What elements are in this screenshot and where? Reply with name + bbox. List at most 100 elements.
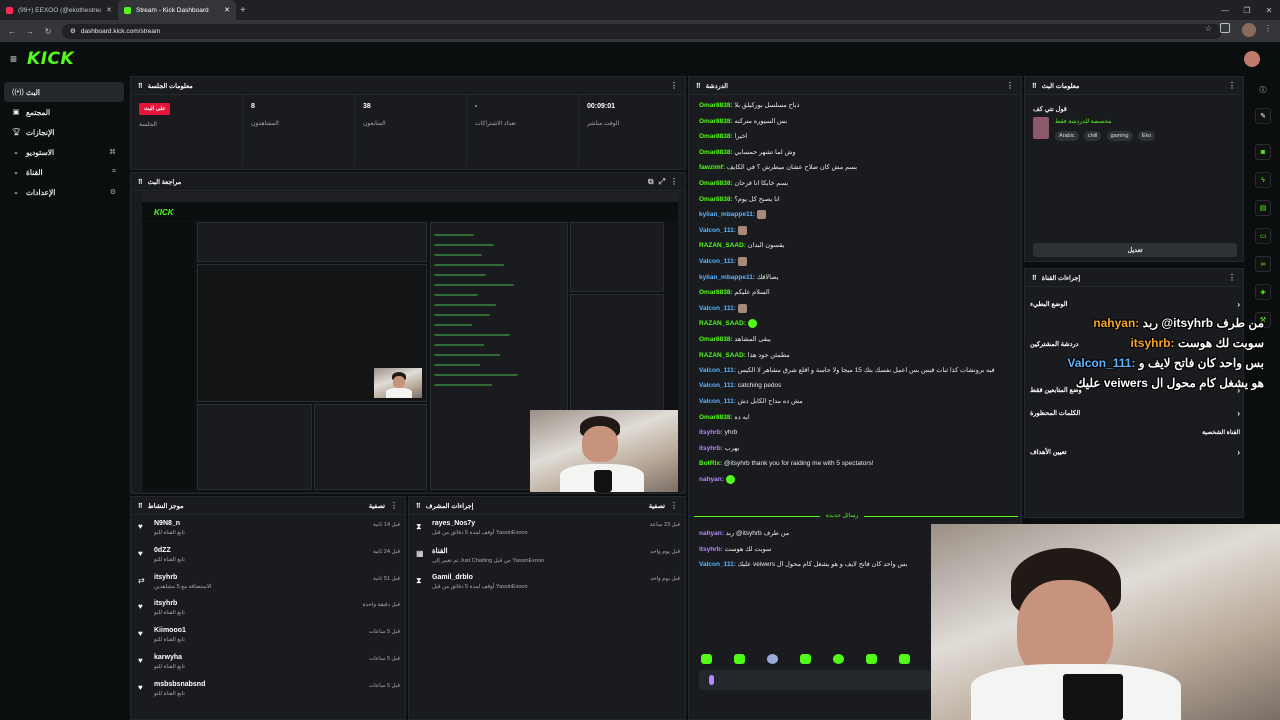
drag-handle-icon[interactable]: ⠿ <box>138 82 143 90</box>
reload-icon[interactable]: ↻ <box>42 27 54 36</box>
browser-tab-tiktok[interactable]: (99+) EEXOO (@ekothestream… ✕ <box>0 0 118 20</box>
mod-action-row[interactable]: ⧗ Gamil_drblo أوقف لمدة 5 دقائق من قبل Yas… <box>416 574 680 600</box>
chat-username[interactable]: kylian_mbappe11: <box>699 274 755 281</box>
new-tab-button[interactable]: + <box>240 5 246 16</box>
chat-username[interactable]: Valcon_111: <box>699 561 736 568</box>
emote-icon[interactable] <box>734 654 745 664</box>
filter-button[interactable]: تصفية <box>649 502 665 510</box>
close-tab-icon[interactable]: ✕ <box>106 6 112 14</box>
url-field[interactable]: ⚙ dashboard.kick.com/stream <box>62 23 1222 39</box>
mod-action-row[interactable]: ⧗ rayes_Nos7y أوقف لمدة 5 دقائق من قبل Yas… <box>416 520 680 546</box>
edit-stream-button[interactable]: تعديل <box>1033 243 1237 257</box>
emote-icon[interactable] <box>701 654 712 664</box>
drag-handle-icon[interactable]: ⠿ <box>138 178 143 186</box>
sidebar-item-studio[interactable]: ⌄ الاستوديو ⌘ <box>4 142 124 162</box>
chat-username[interactable]: Valcon_111: <box>699 398 736 405</box>
stream-preview-video[interactable]: KICK <box>142 192 678 492</box>
chat-username[interactable]: Omar8838: <box>699 133 733 140</box>
chat-username[interactable]: kylian_mbappe11: <box>699 211 755 218</box>
chat-username[interactable]: Valcon_111: <box>699 258 736 265</box>
shield-icon[interactable]: ◈ <box>1255 284 1271 300</box>
more-icon[interactable]: ⋮ <box>390 501 398 510</box>
chat-username[interactable]: Omar8838: <box>699 180 733 187</box>
feed-row[interactable]: ⇄ itsyhrb الاستضافة مع 5 مشاهدين قبل 51 ثان… <box>138 574 400 600</box>
sidebar-item-settings[interactable]: ⌄ الإعدادات ⚙ <box>4 182 124 202</box>
more-icon[interactable]: ⋮ <box>1228 273 1236 282</box>
drag-handle-icon[interactable]: ⠿ <box>138 502 143 510</box>
filter-button[interactable]: تصفية <box>369 502 385 510</box>
menu-icon[interactable]: ≡ <box>10 52 17 66</box>
drag-handle-icon[interactable]: ⠿ <box>416 502 421 510</box>
chat-bubble-icon[interactable]: ▭ <box>1255 228 1271 244</box>
action-set-goals[interactable]: تعيين الأهداف › <box>1030 442 1240 462</box>
chat-username[interactable]: RAZAN_SAAD: <box>699 352 746 359</box>
close-tab-icon[interactable]: ✕ <box>224 6 230 14</box>
chat-username[interactable]: Omar8838: <box>699 149 733 156</box>
more-icon[interactable]: ⋮ <box>1228 81 1236 90</box>
chat-username[interactable]: Valcon_111: <box>699 227 736 234</box>
info-icon[interactable]: ⓘ <box>1255 82 1271 98</box>
emote-icon[interactable] <box>866 654 877 664</box>
chat-username[interactable]: Valcon_111: <box>699 367 736 374</box>
more-icon[interactable]: ⋮ <box>670 81 678 90</box>
camera-icon[interactable]: ◙ <box>1255 144 1271 160</box>
chat-username[interactable]: RAZAN_SAAD: <box>699 242 746 249</box>
back-icon[interactable]: ← <box>6 27 18 36</box>
popout-icon[interactable]: ⧉ <box>648 177 654 187</box>
fullscreen-icon[interactable]: ⤢ <box>659 177 665 187</box>
chat-username[interactable]: Omar8838: <box>699 196 733 203</box>
extensions-icon[interactable] <box>1220 23 1230 33</box>
chat-username[interactable]: Omar8838: <box>699 414 733 421</box>
link-icon[interactable]: ∞ <box>1255 256 1271 272</box>
lightning-icon[interactable]: ϟ <box>1255 172 1271 188</box>
drag-handle-icon[interactable]: ⠿ <box>696 82 701 90</box>
chat-username[interactable]: nahyan: <box>699 530 724 537</box>
site-info-icon[interactable]: ⚙ <box>70 27 76 35</box>
feed-row[interactable]: ♥ 0dZZ تابع القناة للتو قبل 24 ثانية <box>138 547 400 573</box>
feed-row[interactable]: ♥ msbsbsnabsnd تابع القناة للتو قبل 5 ساعات <box>138 681 400 707</box>
feed-row[interactable]: ♥ Kiimooo1 تابع القناة للتو قبل 5 ساعات <box>138 627 400 653</box>
more-icon[interactable]: ⋮ <box>670 501 678 510</box>
chat-username[interactable]: Omar8838: <box>699 118 733 125</box>
kick-logo[interactable]: KICK <box>27 49 74 69</box>
minimize-icon[interactable]: — <box>1214 0 1236 20</box>
action-personal-channel[interactable]: القناة الشخصية <box>1030 422 1240 442</box>
chat-username[interactable]: nahyan: <box>699 477 724 484</box>
profile-icon[interactable] <box>1242 23 1256 37</box>
chat-username[interactable]: Omar8838: <box>699 102 733 109</box>
mod-action-row[interactable]: ▦ القناة تم تغيير إلى Just Chatting من قبل… <box>416 547 680 573</box>
chat-username[interactable]: RAZAN_SAAD: <box>699 321 746 328</box>
chat-username[interactable]: Omar8838: <box>699 289 733 296</box>
emote-icon[interactable] <box>899 654 910 664</box>
chat-username[interactable]: Omar8838: <box>699 336 733 343</box>
action-banned-words[interactable]: الكلمات المحظورة › <box>1030 403 1240 423</box>
forward-icon[interactable]: → <box>24 27 36 36</box>
feed-row[interactable]: ♥ itsyhrb تابع القناة للتو قبل دقيقة واحدة <box>138 600 400 626</box>
feed-row[interactable]: ♥ karwyha تابع القناة للتو قبل 5 ساعات <box>138 654 400 680</box>
more-icon[interactable]: ⋮ <box>1006 81 1014 90</box>
sidebar-item-stream[interactable]: ((•)) البث <box>4 82 124 102</box>
emote-icon[interactable] <box>800 654 811 664</box>
sidebar-item-channel[interactable]: ⌄ القناة ⌗ <box>4 162 124 182</box>
browser-tab-kick[interactable]: Stream - Kick Dashboard ✕ <box>118 0 236 20</box>
maximize-icon[interactable]: ❐ <box>1236 0 1258 20</box>
sidebar-item-achievements[interactable]: 🏆︎ الإنجازات <box>4 122 124 142</box>
drag-handle-icon[interactable]: ⠿ <box>1032 82 1037 90</box>
edit-layout-icon[interactable]: ✎ <box>1255 108 1271 124</box>
close-window-icon[interactable]: ✕ <box>1258 0 1280 20</box>
chat-username[interactable]: itsyhrb: <box>699 429 723 436</box>
chat-username[interactable]: BotRix: <box>699 460 722 467</box>
feed-row[interactable]: ♥ N9N8_n تابع القناة للتو قبل 14 ثانية <box>138 520 400 546</box>
chat-username[interactable]: itsyhrb: <box>699 546 723 553</box>
emote-icon[interactable] <box>767 654 778 664</box>
chat-username[interactable]: itsyhrb: <box>699 445 723 452</box>
emote-icon[interactable] <box>833 654 844 664</box>
chat-username[interactable]: fawzimf: <box>699 164 725 171</box>
stream-category[interactable]: مخصصة للدردشة فقط <box>1055 118 1111 125</box>
sidebar-item-community[interactable]: ▣ المجتمع <box>4 102 124 122</box>
user-avatar[interactable] <box>1244 51 1260 67</box>
browser-menu-icon[interactable]: ⋮ <box>1264 24 1272 33</box>
drag-handle-icon[interactable]: ⠿ <box>1032 274 1037 282</box>
more-icon[interactable]: ⋮ <box>670 177 678 186</box>
chat-username[interactable]: Valcon_111: <box>699 305 736 312</box>
